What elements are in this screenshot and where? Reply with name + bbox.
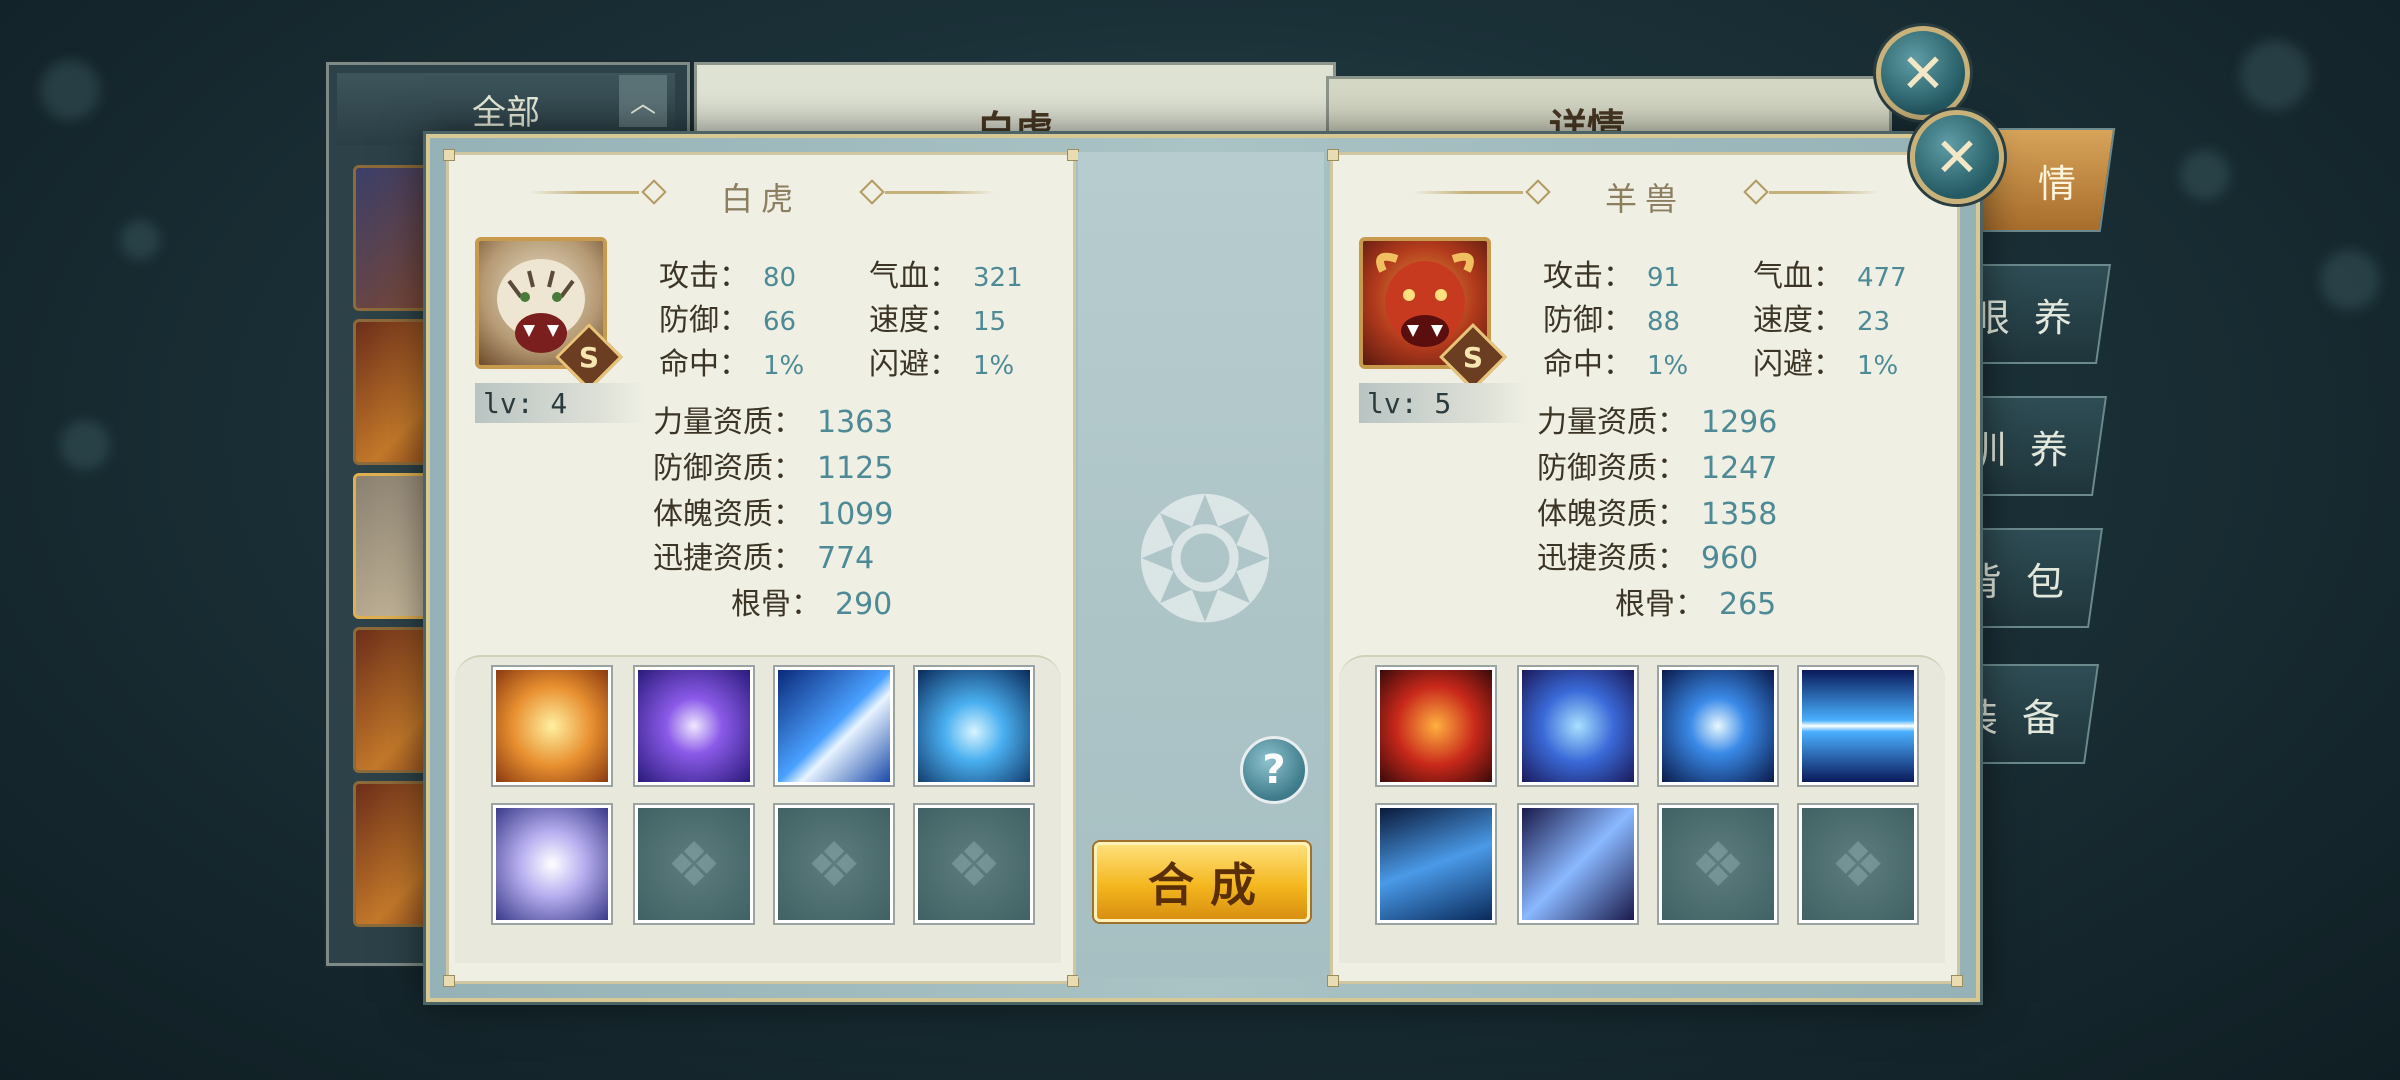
stat-attack: 攻击： 80 (659, 259, 797, 294)
aptitude-bone: 根骨： 265 (1615, 587, 1777, 622)
aptitude-defense: 防御资质： 1247 (1537, 451, 1778, 486)
help-button[interactable]: ? (1240, 736, 1308, 804)
close-icon: ✕ (1900, 41, 1946, 105)
whirlwind-skill-icon[interactable] (491, 803, 613, 925)
aptitude-physique: 体魄资质： 1358 (1537, 497, 1778, 532)
panel-corner (1327, 149, 1339, 161)
claw-slash-skill-icon[interactable] (1517, 803, 1639, 925)
aptitude-defense: 防御资质： 1125 (653, 451, 894, 486)
stat-hit: 命中： 1% (659, 347, 805, 382)
right-pet-panel: 羊兽 S lv: 5 攻击： 91 气血： 477 防御： 88 速度： 23 命中： 1… (1327, 149, 1963, 987)
stat-dodge: 闪避： 1% (1753, 347, 1899, 382)
skills-grid (455, 655, 1061, 963)
stat-hp: 气血： 321 (869, 259, 1023, 294)
stat-speed: 速度： 15 (869, 303, 1007, 338)
pet-name: 羊兽 (1604, 180, 1685, 218)
background-light (2180, 150, 2230, 200)
empty-skill-slot (1797, 803, 1919, 925)
aptitude-strength: 力量资质： 1296 (1537, 405, 1778, 440)
chevron-up-icon[interactable]: ︿ (619, 75, 667, 127)
aptitude-physique: 体魄资质： 1099 (653, 497, 894, 532)
background-light (2320, 250, 2380, 310)
empty-skill-slot (913, 803, 1035, 925)
aptitude-bone: 根骨： 290 (731, 587, 893, 622)
blue-heart-skill-icon[interactable] (913, 665, 1035, 787)
purple-orb-skill-icon[interactable] (633, 665, 755, 787)
stat-speed: 速度： 23 (1753, 303, 1891, 338)
stat-defense: 防御： 66 (659, 303, 797, 338)
close-icon: ✕ (1934, 125, 1980, 189)
tiger-roar-skill-icon[interactable] (491, 665, 613, 787)
level-label: lv: 4 (475, 383, 645, 423)
compose-label: 合成 (1148, 858, 1272, 912)
panel-corner (443, 975, 455, 987)
shield-skill-icon[interactable] (1517, 665, 1639, 787)
fire-orb-skill-icon[interactable] (1375, 665, 1497, 787)
background-light (60, 420, 110, 470)
vortex-skill-icon[interactable] (1657, 665, 1779, 787)
background-light (2240, 40, 2310, 110)
empty-skill-slot (633, 803, 755, 925)
stat-dodge: 闪避： 1% (869, 347, 1015, 382)
left-pet-panel: 白虎 S lv: 4 攻击： 80 气血： 321 防御： 66 速度： 15 命中： 1… (443, 149, 1079, 987)
aptitude-strength: 力量资质： 1363 (653, 405, 894, 440)
pet-name: 白虎 (720, 180, 801, 218)
empty-skill-slot (1657, 803, 1779, 925)
compose-button[interactable]: 合成 (1094, 842, 1310, 922)
compose-modal: 白虎 S lv: 4 攻击： 80 气血： 321 防御： 66 速度： 15 命中： 1… (426, 134, 1980, 1002)
panel-corner (1327, 975, 1339, 987)
background-close-button[interactable]: ✕ (1876, 26, 1970, 120)
grade-label: S (1462, 340, 1484, 374)
stat-defense: 防御： 88 (1543, 303, 1681, 338)
empty-skill-slot (773, 803, 895, 925)
ice-spikes-skill-icon[interactable] (1375, 803, 1497, 925)
aptitude-agility: 迅捷资质： 960 (1537, 541, 1759, 576)
question-icon: ? (1262, 747, 1286, 793)
stat-hp: 气血： 477 (1753, 259, 1907, 294)
panel-corner (1951, 975, 1963, 987)
speed-lines-skill-icon[interactable] (1797, 665, 1919, 787)
background-light (40, 60, 100, 120)
grade-label: S (578, 340, 600, 374)
background-light (120, 220, 160, 260)
skills-grid (1339, 655, 1945, 963)
level-label: lv: 5 (1359, 383, 1529, 423)
dragon-emblem-icon: ❂ (1133, 463, 1277, 661)
modal-close-button[interactable]: ✕ (1910, 110, 2004, 204)
lightning-dash-skill-icon[interactable] (773, 665, 895, 787)
aptitude-agility: 迅捷资质： 774 (653, 541, 875, 576)
stat-attack: 攻击： 91 (1543, 259, 1681, 294)
panel-corner (443, 149, 455, 161)
filter-label: 全部 (472, 92, 540, 133)
stat-hit: 命中： 1% (1543, 347, 1689, 382)
